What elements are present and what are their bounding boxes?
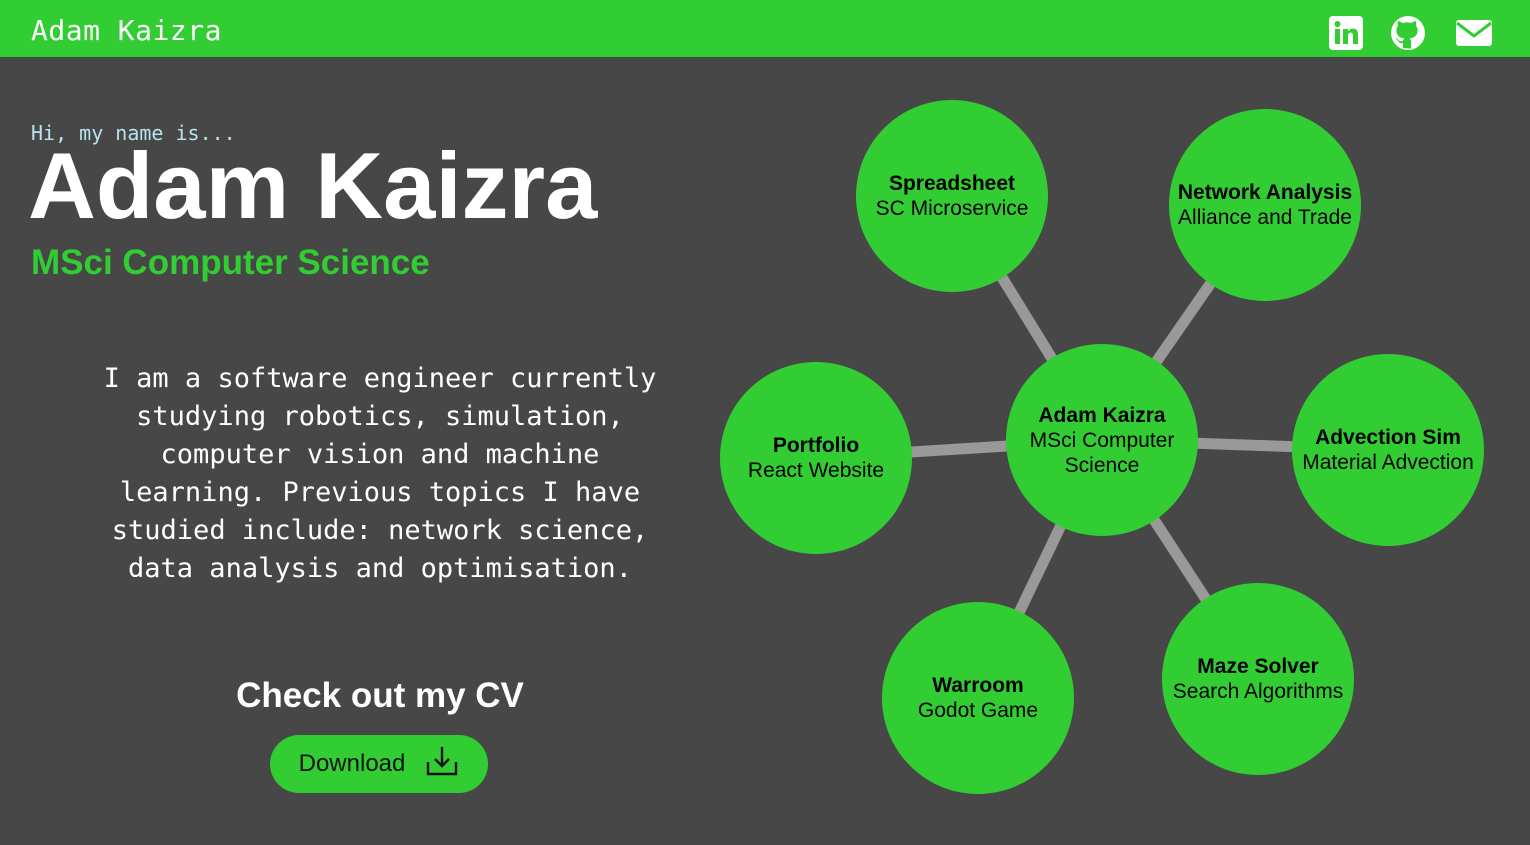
graph-node-portfolio[interactable]: Portfolio React Website (720, 362, 912, 554)
node-subtitle: Search Algorithms (1172, 680, 1344, 703)
graph-node-advection-sim[interactable]: Advection Sim Material Advection (1292, 354, 1484, 546)
graph-node-maze-solver[interactable]: Maze Solver Search Algorithms (1162, 583, 1354, 775)
node-subtitle: Alliance and Trade (1178, 206, 1352, 229)
node-title: Adam Kaizra (1038, 403, 1166, 427)
linkedin-icon[interactable] (1328, 15, 1364, 51)
download-icon (425, 744, 459, 785)
bio-paragraph: I am a software engineer currently study… (103, 363, 657, 584)
download-cv-button[interactable]: Download (270, 735, 488, 793)
brand-title[interactable]: Adam Kaizra (31, 14, 222, 47)
graph-node-spreadsheet[interactable]: Spreadsheet SC Microservice (856, 100, 1048, 292)
node-subtitle: Godot Game (917, 699, 1039, 722)
node-title: Portfolio (772, 434, 860, 457)
degree-subtitle: MSci Computer Science (31, 243, 430, 282)
top-nav-bar: Adam Kaizra (0, 0, 1530, 57)
node-subtitle: React Website (747, 459, 885, 482)
graph-node-network-analysis[interactable]: Network Analysis Alliance and Trade (1169, 109, 1361, 301)
node-subtitle: MSci Computer Science (1029, 428, 1175, 477)
node-title: Warroom (932, 674, 1024, 697)
node-title: Advection Sim (1315, 426, 1461, 449)
envelope-icon[interactable] (1455, 15, 1493, 51)
hero-name: Adam Kaizra (28, 133, 598, 238)
node-subtitle: Material Advection (1302, 451, 1474, 474)
node-title: Spreadsheet (888, 172, 1016, 195)
graph-node-warroom[interactable]: Warroom Godot Game (882, 602, 1074, 794)
github-icon[interactable] (1390, 15, 1426, 51)
download-button-label: Download (298, 750, 406, 777)
node-subtitle: SC Microservice (875, 197, 1029, 220)
cv-heading: Check out my CV (236, 676, 524, 715)
node-title: Network Analysis (1177, 181, 1353, 204)
node-title: Maze Solver (1197, 655, 1319, 678)
graph-node-center[interactable]: Adam Kaizra MSci Computer Science (1006, 344, 1198, 536)
